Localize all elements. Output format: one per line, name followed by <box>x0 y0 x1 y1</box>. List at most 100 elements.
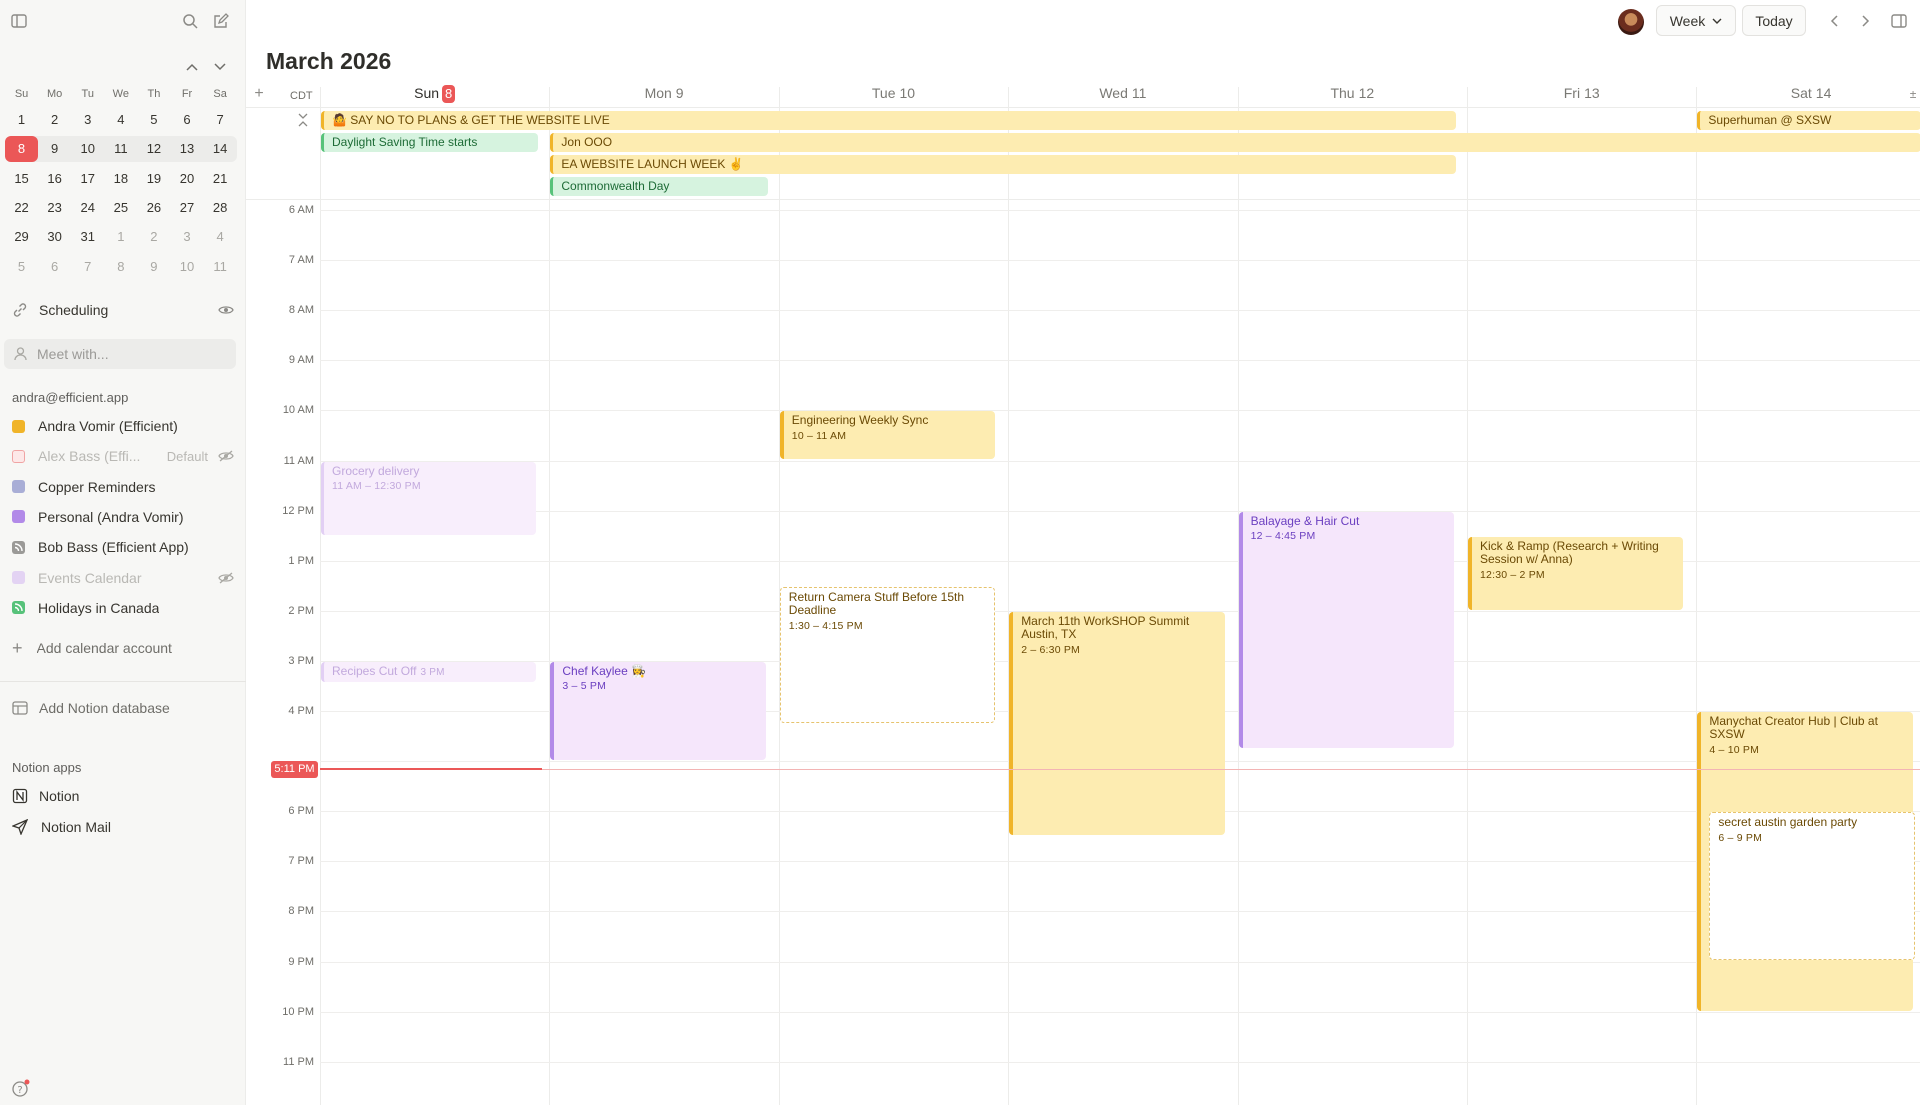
all-day-event[interactable]: Jon OOO <box>550 133 1920 152</box>
mini-calendar-day[interactable]: 2 <box>137 224 170 250</box>
all-day-event[interactable]: EA WEBSITE LAUNCH WEEK ✌️ <box>550 155 1456 174</box>
day-header[interactable]: Sun 8 <box>320 85 549 103</box>
calendar-item[interactable]: Personal (Andra Vomir) <box>12 509 234 525</box>
chevron-down-icon[interactable] <box>210 57 230 77</box>
expand-icon[interactable]: ± <box>1906 86 1920 102</box>
all-day-event[interactable]: 🤷 SAY NO TO PLANS & GET THE WEBSITE LIVE <box>321 111 1456 130</box>
mini-calendar-day[interactable]: 16 <box>38 166 71 192</box>
day-header[interactable]: Wed 11 <box>1008 85 1237 101</box>
mini-calendar-day[interactable]: 5 <box>137 107 170 133</box>
calendar-color-swatch[interactable] <box>12 540 25 554</box>
sidebar-toggle-icon[interactable] <box>8 10 30 32</box>
calendar-event[interactable]: secret austin garden party 6 – 9 PM <box>1709 812 1915 961</box>
mini-calendar-day[interactable]: 18 <box>104 166 137 192</box>
mini-calendar-day[interactable]: 21 <box>204 166 237 192</box>
mini-calendar-day[interactable]: 3 <box>170 224 203 250</box>
eye-icon[interactable] <box>218 304 234 316</box>
mini-calendar-day[interactable]: 29 <box>5 224 38 250</box>
compose-icon[interactable] <box>210 10 232 32</box>
mini-calendar-day[interactable]: 14 <box>204 136 237 162</box>
mini-calendar-day[interactable]: 22 <box>5 195 38 221</box>
mini-calendar-day[interactable]: 4 <box>204 224 237 250</box>
day-header[interactable]: Thu 12 <box>1238 85 1467 101</box>
scheduling-item[interactable]: Scheduling <box>12 302 234 318</box>
mini-calendar-day[interactable]: 7 <box>204 107 237 133</box>
mini-calendar-day[interactable]: 12 <box>137 136 170 162</box>
calendar-color-swatch[interactable] <box>12 480 25 494</box>
calendar-event[interactable]: Kick & Ramp (Research + Writing Session … <box>1468 536 1684 610</box>
mini-calendar-day[interactable]: 8 <box>5 136 39 163</box>
all-day-event[interactable]: Daylight Saving Time starts <box>321 133 539 152</box>
mini-calendar-day[interactable]: 3 <box>71 107 104 133</box>
mini-calendar-day[interactable]: 17 <box>71 166 104 192</box>
mini-calendar-day[interactable]: 9 <box>137 254 170 280</box>
mini-calendar-day[interactable]: 20 <box>170 166 203 192</box>
add-calendar-account-button[interactable]: + Add calendar account <box>12 639 234 657</box>
calendar-event[interactable]: Return Camera Stuff Before 15th Deadline… <box>779 586 996 723</box>
calendar-item[interactable]: Bob Bass (Efficient App) <box>12 539 234 555</box>
calendar-event[interactable]: Balayage & Hair Cut 12 – 4:45 PM <box>1238 511 1454 748</box>
calendar-item[interactable]: Copper Reminders <box>12 479 234 495</box>
calendar-event[interactable]: Grocery delivery 11 AM – 12:30 PM <box>321 461 537 535</box>
mini-calendar-day[interactable]: 11 <box>204 254 237 280</box>
all-day-event[interactable]: Superhuman @ SXSW <box>1697 111 1920 130</box>
mini-calendar-day[interactable]: 15 <box>5 166 38 192</box>
calendar-event[interactable]: Engineering Weekly Sync 10 – 11 AM <box>779 411 996 460</box>
add-notion-database-button[interactable]: Add Notion database <box>12 700 234 716</box>
mini-calendar-day[interactable]: 13 <box>170 136 203 162</box>
view-selector[interactable]: Week <box>1656 5 1736 36</box>
mini-calendar-day[interactable]: 27 <box>170 195 203 221</box>
collapse-all-day-icon[interactable] <box>296 112 310 128</box>
mini-calendar-day[interactable]: 25 <box>104 195 137 221</box>
mini-calendar-day[interactable]: 31 <box>71 224 104 250</box>
meet-with-input[interactable]: Meet with... <box>4 339 236 369</box>
mini-calendar-day[interactable]: 1 <box>104 224 137 250</box>
mini-calendar-day[interactable]: 19 <box>137 166 170 192</box>
next-week-icon[interactable] <box>1856 10 1876 32</box>
add-timezone-icon[interactable]: + <box>251 85 267 102</box>
mini-calendar-day[interactable]: 5 <box>5 254 38 280</box>
search-icon[interactable] <box>179 10 201 32</box>
mini-calendar-day[interactable]: 1 <box>5 107 38 133</box>
notion-app-item[interactable]: Notion <box>12 788 234 804</box>
mini-calendar-day[interactable]: 11 <box>104 136 137 162</box>
mini-calendar-day[interactable]: 10 <box>71 136 104 162</box>
notion-mail-app-item[interactable]: Notion Mail <box>12 819 234 835</box>
right-panel-toggle-icon[interactable] <box>1888 10 1910 32</box>
mini-calendar-day[interactable]: 10 <box>170 254 203 280</box>
calendar-color-swatch[interactable] <box>12 449 25 463</box>
previous-week-icon[interactable] <box>1824 10 1844 32</box>
calendar-color-swatch[interactable] <box>12 571 25 584</box>
calendar-item[interactable]: Alex Bass (Effi... Default <box>12 448 234 464</box>
mini-calendar-day[interactable]: 28 <box>204 195 237 221</box>
day-header[interactable]: Sat 14 <box>1696 85 1920 101</box>
calendar-event[interactable]: March 11th WorkSHOP Summit Austin, TX 2 –… <box>1009 611 1225 836</box>
calendar-item[interactable]: Holidays in Canada <box>12 600 234 616</box>
today-button[interactable]: Today <box>1742 5 1806 36</box>
mini-calendar-day[interactable]: 6 <box>38 254 71 280</box>
mini-calendar-day[interactable]: 30 <box>38 224 71 250</box>
mini-calendar-day[interactable]: 9 <box>38 136 71 162</box>
calendar-item[interactable]: Andra Vomir (Efficient) <box>12 418 234 434</box>
mini-calendar-day[interactable]: 4 <box>104 107 137 133</box>
mini-calendar-day[interactable]: 26 <box>137 195 170 221</box>
all-day-event[interactable]: Commonwealth Day <box>550 177 768 196</box>
calendar-color-swatch[interactable] <box>12 601 25 615</box>
calendar-color-swatch[interactable] <box>12 419 25 433</box>
help-icon[interactable]: ? <box>11 1078 31 1098</box>
mini-calendar-day[interactable]: 2 <box>38 107 71 133</box>
mini-calendar-day[interactable]: 6 <box>170 107 203 133</box>
calendar-color-swatch[interactable] <box>12 510 25 524</box>
mini-calendar-day[interactable]: 8 <box>104 254 137 280</box>
mini-calendar-day[interactable]: 7 <box>71 254 104 280</box>
calendar-event[interactable]: Chef Kaylee 👩‍🍳 3 – 5 PM <box>550 661 766 761</box>
chevron-up-icon[interactable] <box>182 57 202 77</box>
calendar-item[interactable]: Events Calendar <box>12 570 234 586</box>
eye-off-icon[interactable] <box>218 450 234 462</box>
avatar[interactable] <box>1618 9 1644 35</box>
day-header[interactable]: Tue 10 <box>779 85 1008 101</box>
day-header[interactable]: Fri 13 <box>1467 85 1696 101</box>
eye-off-icon[interactable] <box>218 572 234 584</box>
calendar-event[interactable]: Recipes Cut Off 3 PM <box>321 661 537 683</box>
mini-calendar-day[interactable]: 23 <box>38 195 71 221</box>
